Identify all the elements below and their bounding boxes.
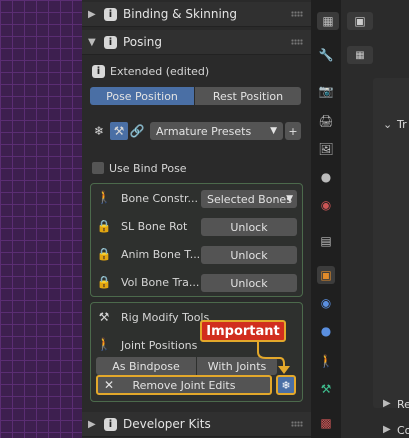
drag-grip-icon[interactable] — [291, 39, 303, 45]
bone-figure-icon: 🚶 — [96, 190, 112, 204]
armature-presets-dropdown[interactable]: Armature Presets ▼ — [150, 122, 283, 140]
link-icon[interactable]: 🔗 — [130, 124, 145, 138]
modifier-icon[interactable]: ◉ — [317, 294, 335, 312]
joint-positions-label: Joint Positions — [121, 339, 198, 352]
view-layer-icon[interactable]: 🖼 — [317, 140, 335, 158]
editor-type-icon[interactable]: ▦ — [317, 12, 339, 30]
section-header-developer[interactable]: ▶ i Developer Kits — [82, 412, 311, 437]
pin-icon[interactable]: ▦ — [347, 46, 373, 64]
close-icon: ✕ — [104, 378, 115, 392]
object-type-icon[interactable]: ▣ — [347, 12, 373, 30]
output-icon[interactable]: 🖨 — [317, 112, 335, 130]
remove-joint-edits-button[interactable]: ✕ Remove Joint Edits — [96, 375, 272, 395]
sl-bone-rot-unlock-button[interactable]: Unlock — [201, 218, 297, 236]
vol-bone-unlock-button[interactable]: Unlock — [201, 274, 297, 292]
scene-icon[interactable]: ● — [317, 168, 335, 186]
add-preset-button[interactable]: + — [285, 122, 301, 140]
section-title: Binding & Skinning — [123, 7, 237, 21]
section-header-binding[interactable]: ▶ i Binding & Skinning — [82, 2, 311, 27]
extended-label: Extended (edited) — [110, 64, 210, 78]
snowflake-icon[interactable]: ❄ — [92, 124, 106, 138]
bone-constr-label: Bone Constr... — [121, 192, 198, 205]
chevron-right-icon[interactable]: ▶ — [383, 424, 391, 435]
lock-icon: 🔒 — [96, 275, 112, 289]
use-bind-pose-row[interactable]: Use Bind Pose — [92, 160, 187, 176]
info-icon: i — [104, 417, 117, 431]
remove-joint-edits-label: Remove Joint Edits — [132, 378, 236, 392]
use-bind-pose-label: Use Bind Pose — [109, 161, 187, 175]
properties-tab-strip: ▦ 🔧 📷 🖨 🖼 ● ◉ ▤ ▣ ◉ ● 🚶 ⚒ ▩ — [311, 0, 341, 438]
tools-icon: ⚒ — [98, 310, 110, 324]
chevron-down-icon: ▼ — [88, 36, 96, 48]
lock-icon: 🔒 — [96, 219, 112, 233]
data-icon[interactable]: ⚒ — [317, 380, 335, 398]
armature-presets-label: Armature Presets — [156, 124, 252, 138]
chevron-right-icon: ▶ — [88, 418, 96, 430]
lock-icon: 🔒 — [96, 247, 112, 261]
extended-row: i Extended (edited) — [92, 62, 209, 80]
info-icon: i — [104, 7, 117, 21]
important-callout: Important — [200, 320, 286, 342]
collections-label: Co — [397, 424, 409, 437]
use-bind-pose-checkbox[interactable] — [92, 162, 104, 174]
bone-controls-box: 🚶 Bone Constr... Selected Bones ▼ 🔒 SL B… — [90, 183, 303, 297]
texture-icon[interactable]: ▩ — [317, 414, 335, 432]
transform-label: Tr — [397, 118, 407, 131]
properties-panel: ▣ ▦ ⌄ Tr ▶ Re ▶ Co — [341, 0, 409, 438]
sl-bone-rot-label: SL Bone Rot — [121, 220, 188, 233]
panel-chevron-icon[interactable]: ⌄ — [383, 118, 392, 131]
drag-grip-icon[interactable] — [291, 11, 303, 17]
chevron-right-icon[interactable]: ▶ — [383, 398, 391, 409]
chevron-right-icon: ▶ — [88, 8, 96, 20]
as-bindpose-button[interactable]: As Bindpose — [96, 357, 196, 375]
physics-icon[interactable]: 🚶 — [317, 352, 335, 370]
info-icon: i — [92, 64, 105, 78]
tool-icon[interactable]: 🔧 — [317, 46, 335, 64]
anim-bone-label: Anim Bone T... — [121, 248, 201, 261]
section-title: Developer Kits — [123, 417, 211, 431]
collection-icon[interactable]: ▤ — [317, 232, 335, 250]
section-title: Posing — [123, 35, 162, 49]
section-header-posing[interactable]: ▼ i Posing — [82, 30, 311, 55]
rig-modify-label: Rig Modify Tools — [121, 311, 210, 324]
callout-arrow — [257, 342, 290, 374]
rest-position-button[interactable]: Rest Position — [195, 87, 301, 105]
chevron-down-icon: ▼ — [286, 194, 293, 204]
viewport-grid[interactable] — [0, 0, 82, 438]
info-icon: i — [104, 35, 117, 49]
sidebar-panel: ▶ i Binding & Skinning ▼ i Posing i Exte… — [82, 0, 311, 438]
render-icon[interactable]: 📷 — [317, 82, 335, 100]
object-icon[interactable]: ▣ — [317, 266, 335, 284]
bone-constr-value: Selected Bones — [207, 192, 292, 206]
anim-bone-unlock-button[interactable]: Unlock — [201, 246, 297, 264]
particles-icon[interactable]: ● — [317, 322, 335, 340]
snowflake-icon[interactable]: ❄ — [276, 375, 296, 395]
bone-constr-dropdown[interactable]: Selected Bones ▼ — [201, 190, 297, 208]
world-icon[interactable]: ◉ — [317, 196, 335, 214]
pose-position-button[interactable]: Pose Position — [90, 87, 194, 105]
drag-grip-icon[interactable] — [291, 421, 303, 427]
chevron-down-icon: ▼ — [270, 126, 277, 136]
vol-bone-label: Vol Bone Tra... — [121, 276, 200, 289]
bone-figure-icon: 🚶 — [96, 337, 112, 351]
bone-tool-icon[interactable]: ⚒ — [110, 122, 128, 140]
relations-label: Re — [397, 398, 409, 411]
